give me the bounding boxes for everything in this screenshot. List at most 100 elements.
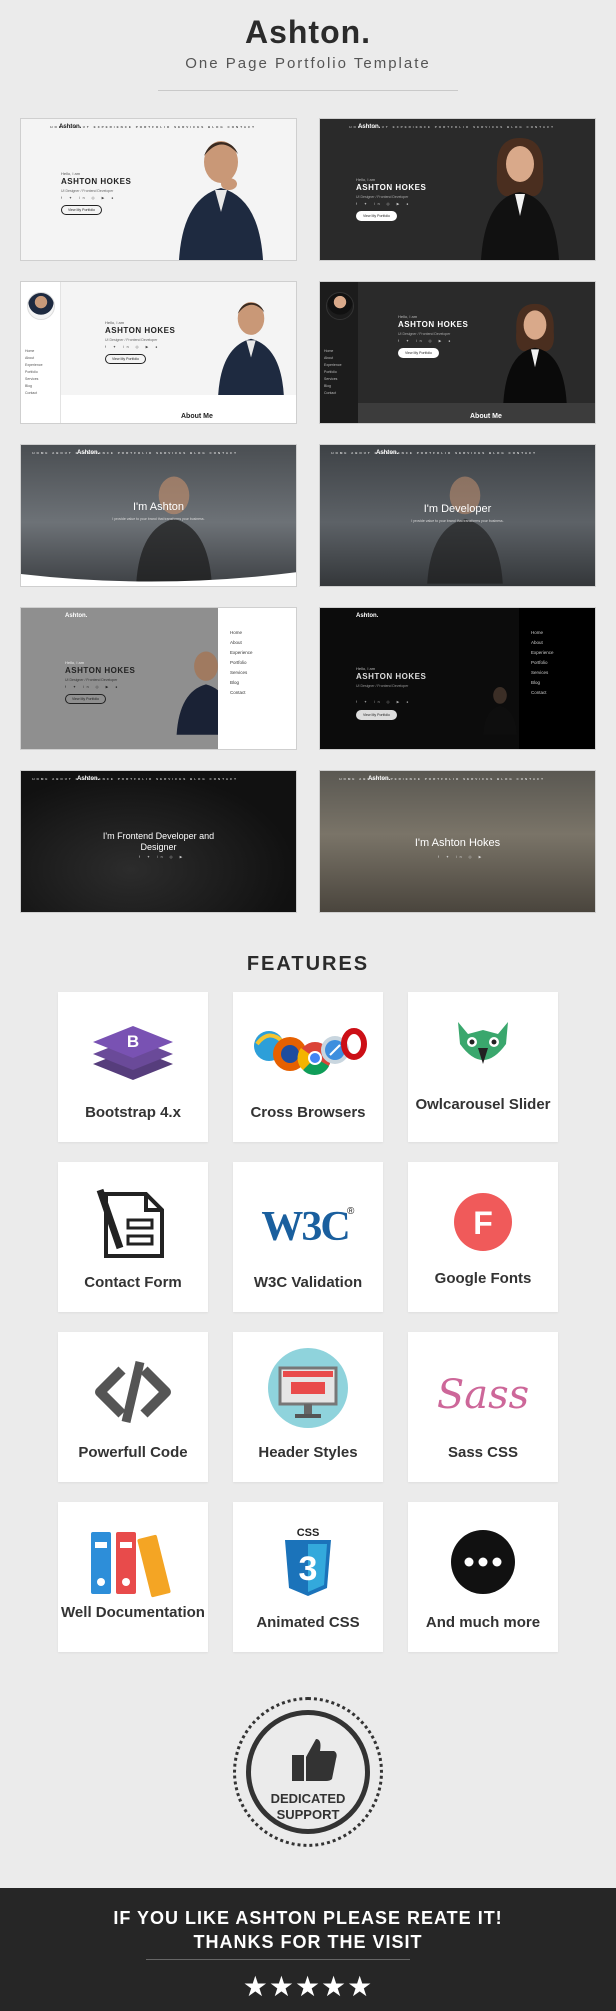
preview-name: ASHTON HOKES	[61, 177, 132, 186]
preview-name: ASHTON HOKES	[356, 183, 427, 192]
css3-icon: CSS 3	[233, 1524, 383, 1600]
preview-socials: f ✦ in ◎ ▶ ●	[65, 685, 121, 689]
preview-nav-links: HOME ABOUT EXPERIENCE PORTFOLIO SERVICES…	[339, 777, 545, 781]
offcanvas-menu: Home About Experience Portfolio Services Blog…	[218, 608, 296, 749]
svg-text:CSS: CSS	[297, 1527, 320, 1539]
feature-card: B Bootstrap 4.x	[58, 992, 208, 1142]
preview-socials: f ✦ in ◎ ▶ ●	[105, 345, 161, 349]
footer-line-2: THANKS FOR THE VISIT	[193, 1932, 423, 1952]
preview-hello: Hello, I am	[398, 314, 418, 319]
feature-label: Well Documentation	[61, 1604, 205, 1621]
man-portrait-icon	[427, 476, 503, 584]
preview-socials: f ✦ in ◎ ▶ ●	[398, 339, 454, 343]
preview-typing-hero[interactable]: Ashton. HOME ABOUT EXPERIENCE PORTFOLIO …	[20, 770, 297, 913]
preview-role: UI Designer / Frontend Developer	[398, 332, 451, 336]
preview-photo-hero[interactable]: Ashton. HOME ABOUT EXPERIENCE PORTFOLIO …	[319, 770, 596, 913]
man-portrait-icon	[179, 141, 263, 260]
preview-nav: Ashton. HOME ABOUT EXPERIENCE PORTFOLIO …	[320, 775, 595, 785]
preview-light-hero[interactable]: Ashton. HOME ABOUT EXPERIENCE PORTFOLIO …	[20, 118, 297, 261]
man-portrait-icon	[483, 687, 517, 735]
bootstrap-icon: B	[58, 1014, 208, 1090]
feature-label: Animated CSS	[256, 1614, 360, 1631]
preview-socials: f ✦ in ◎ ▶ ●	[356, 202, 412, 206]
svg-text:®: ®	[347, 1206, 355, 1217]
man-portrait-icon	[218, 302, 284, 395]
preview-name: ASHTON HOKES	[65, 666, 136, 675]
browsers-icon	[233, 1014, 383, 1090]
thumbs-up-icon	[292, 1739, 337, 1781]
preview-headline: I'm Frontend Developer and Designer	[102, 831, 215, 852]
preview-logo: Ashton.	[65, 613, 88, 619]
preview-logo: Ashton.	[356, 613, 379, 619]
preview-nav-links: HOME ABOUT EXPERIENCE PORTFOLIO SERVICES…	[32, 777, 238, 781]
preview-socials: f ✦ in ◎ ▶	[438, 855, 485, 859]
feature-label: Cross Browsers	[250, 1104, 366, 1121]
support-text: DEDICATED SUPPORT	[270, 1791, 346, 1822]
preview-role: UI Designer / Frontend Developer	[356, 684, 409, 688]
preview-button: View My Portfolio	[61, 205, 102, 215]
preview-button: View My Portfolio	[356, 211, 397, 221]
preview-about: About Me	[181, 413, 213, 420]
feature-label: And much more	[425, 1614, 541, 1631]
preview-nav-links: HOME ABOUT EXPERIENCE PORTFOLIO SERVICES…	[349, 125, 555, 129]
about-strip	[61, 395, 296, 423]
feature-card: CSS 3 Animated CSS	[233, 1502, 383, 1652]
binders-icon	[58, 1524, 208, 1600]
preview-office-hero-2[interactable]: Ashton. HOME ABOUT EXPERIENCE PORTFOLIO …	[319, 444, 596, 587]
footer: IF YOU LIKE ASHTON PLEASE REATE IT! THAN…	[0, 1888, 616, 2011]
feature-card: W3C ® W3C Validation	[233, 1162, 383, 1312]
woman-portrait-icon	[503, 303, 567, 403]
support-badge: DEDICATED SUPPORT	[233, 1697, 383, 1847]
google-fonts-icon: F	[408, 1184, 558, 1260]
feature-label: Google Fonts	[434, 1270, 532, 1287]
owl-icon	[408, 1014, 558, 1090]
feature-label: Contact Form	[84, 1274, 182, 1291]
preview-socials: f ✦ in ◎ ▶ ●	[61, 196, 117, 200]
preview-subline: I provide value to your brand that trans…	[411, 519, 504, 523]
offcanvas-menu: Home About Experience Portfolio Services Blog…	[519, 608, 595, 749]
monitor-icon	[233, 1348, 383, 1430]
footer-divider	[146, 1959, 410, 1960]
svg-text:W3C: W3C	[261, 1204, 348, 1250]
feature-label: Owlcarousel Slider	[415, 1096, 551, 1113]
preview-offcanvas-light[interactable]: Ashton. Hello, I am ASHTON HOKES UI Desi…	[20, 607, 297, 750]
feature-card: Owlcarousel Slider	[408, 992, 558, 1142]
preview-hello: Hello, I am	[65, 660, 85, 665]
preview-light-sidebar[interactable]: Home About Experience Portfolio Services Blog…	[20, 281, 297, 424]
svg-text:F: F	[473, 1205, 493, 1241]
preview-hello: Hello, I am	[356, 666, 376, 671]
preview-dark-hero[interactable]: Ashton. HOME ABOUT EXPERIENCE PORTFOLIO …	[319, 118, 596, 261]
preview-nav-links: HOME ABOUT EXPERIENCE PORTFOLIO SERVICES…	[331, 451, 537, 455]
preview-headline: I'm Ashton Hokes	[414, 837, 501, 849]
preview-dark-sidebar[interactable]: Home About Experience Portfolio Services Blog…	[319, 281, 596, 424]
feature-card: Cross Browsers	[233, 992, 383, 1142]
preview-headline: I'm Ashton	[132, 501, 184, 513]
feature-label: W3C Validation	[253, 1274, 363, 1291]
preview-role: UI Designer / Frontend Developer	[61, 189, 114, 193]
preview-hello: Hello, I am	[356, 177, 376, 182]
preview-hello: Hello, I am	[61, 171, 81, 176]
preview-button: View My Portfolio	[398, 348, 439, 358]
preview-button: View My Portfolio	[105, 354, 146, 364]
wave-divider	[21, 572, 296, 586]
footer-line-1: IF YOU LIKE ASHTON PLEASE REATE IT!	[113, 1908, 503, 1928]
preview-sidebar: Home About Experience Portfolio Services Blog…	[21, 282, 61, 423]
preview-nav: Ashton. HOME ABOUT EXPERIENCE PORTFOLIO …	[21, 449, 296, 459]
preview-sidebar: Home About Experience Portfolio Services Blog…	[320, 282, 358, 423]
features-title: FEATURES	[246, 953, 370, 975]
feature-card: Well Documentation	[58, 1502, 208, 1652]
brand-subtitle: One Page Portfolio Template	[185, 55, 431, 72]
preview-office-hero[interactable]: Ashton. HOME ABOUT EXPERIENCE PORTFOLIO …	[20, 444, 297, 587]
preview-button: View My Portfolio	[356, 710, 397, 720]
preview-name: ASHTON HOKES	[356, 672, 427, 681]
svg-text:3: 3	[299, 1550, 318, 1588]
feature-card: Contact Form	[58, 1162, 208, 1312]
preview-about: About Me	[470, 413, 502, 420]
sass-icon: Sass	[408, 1354, 558, 1430]
preview-role: UI Designer / Frontend Developer	[105, 338, 158, 342]
rating-stars[interactable]: ★★★★★	[0, 1970, 616, 2003]
feature-label: Powerfull Code	[78, 1444, 188, 1461]
feature-card: Sass Sass CSS	[408, 1332, 558, 1482]
preview-button: View My Portfolio	[65, 694, 106, 704]
preview-offcanvas-dark[interactable]: Ashton. Hello, I am ASHTON HOKES UI Desi…	[319, 607, 596, 750]
